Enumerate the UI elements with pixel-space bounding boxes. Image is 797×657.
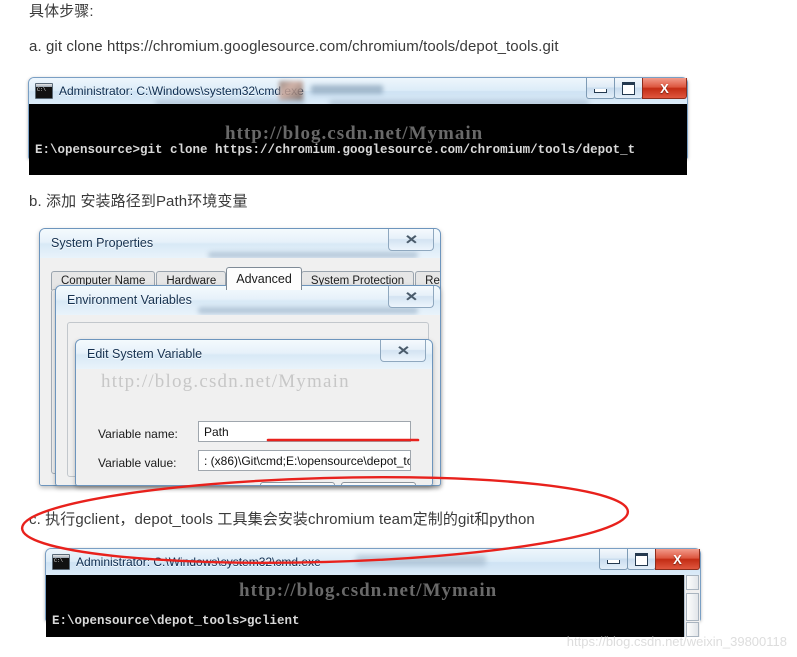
terminal-two-window-buttons[interactable]: X bbox=[599, 549, 700, 570]
edit-system-variable-dialog[interactable]: Edit System Variable ✕ http://blog.csdn.… bbox=[75, 339, 433, 486]
console-line: E:\opensource>git clone https://chromium… bbox=[35, 143, 636, 157]
environment-variables-close-button[interactable]: ✕ bbox=[388, 286, 434, 308]
close-button[interactable]: X bbox=[642, 78, 687, 99]
terminal-one-window-buttons[interactable]: X bbox=[586, 78, 687, 99]
blurred-avatar bbox=[279, 81, 303, 101]
terminal-two-watermark: http://blog.csdn.net/Mymain bbox=[239, 580, 498, 601]
edit-system-variable-titlebar[interactable]: Edit System Variable ✕ bbox=[76, 340, 432, 370]
scroll-up-arrow[interactable] bbox=[686, 575, 699, 590]
cmd-console-icon bbox=[52, 554, 70, 570]
minimize-button[interactable] bbox=[599, 549, 628, 570]
cmd-console-icon bbox=[35, 83, 53, 99]
close-button[interactable]: X bbox=[655, 549, 700, 570]
blurred-username bbox=[311, 85, 383, 94]
minimize-button[interactable] bbox=[586, 78, 615, 99]
environment-variables-title: Environment Variables bbox=[67, 293, 192, 307]
terminal-one-title: Administrator: C:\Windows\system32\cmd.e… bbox=[59, 84, 304, 98]
maximize-button[interactable] bbox=[614, 78, 643, 99]
close-icon: ✕ bbox=[404, 288, 418, 304]
step-b-text: b. 添加 安装路径到Path环境变量 bbox=[29, 193, 248, 210]
maximize-button[interactable] bbox=[627, 549, 656, 570]
system-properties-close-button[interactable]: ✕ bbox=[388, 229, 434, 251]
environment-variables-titlebar[interactable]: Environment Variables ✕ bbox=[56, 286, 440, 316]
system-properties-title: System Properties bbox=[51, 236, 154, 250]
variable-name-input[interactable]: Path bbox=[198, 421, 411, 442]
terminal-two-title: Administrator: C:\Windows\system32\cmd.e… bbox=[76, 555, 321, 569]
step-a-text: a. git clone https://chromium.googlesour… bbox=[29, 38, 559, 55]
terminal-one-output: E:\opensource>git clone https://chromium… bbox=[29, 104, 687, 175]
scrollbar-thumb[interactable] bbox=[686, 593, 699, 621]
terminal-window-two[interactable]: Administrator: C:\Windows\system32\cmd.e… bbox=[45, 548, 701, 637]
variable-name-label: Variable name: bbox=[98, 427, 178, 441]
terminal-two-output: E:\opensource\depot_tools>gclient http:/… bbox=[46, 575, 700, 637]
terminal-one-watermark: http://blog.csdn.net/Mymain bbox=[225, 123, 484, 144]
edit-system-variable-title: Edit System Variable bbox=[87, 347, 203, 361]
variable-value-label: Variable value: bbox=[98, 456, 177, 470]
console-line: E:\opensource\depot_tools>gclient bbox=[52, 614, 300, 628]
close-icon: ✕ bbox=[396, 342, 410, 358]
close-icon: ✕ bbox=[404, 231, 418, 247]
tab-advanced[interactable]: Advanced bbox=[226, 267, 302, 290]
ok-button[interactable]: OK bbox=[260, 482, 335, 485]
terminal-window-one[interactable]: Administrator: C:\Windows\system32\cmd.e… bbox=[28, 77, 688, 175]
system-properties-titlebar[interactable]: System Properties ✕ bbox=[40, 229, 440, 259]
page-watermark: https://blog.csdn.net/weixin_39800118 bbox=[566, 634, 787, 649]
edit-system-variable-client: http://blog.csdn.net/Mymain Variable nam… bbox=[76, 369, 432, 485]
page-heading: 具体步骤: bbox=[29, 3, 94, 20]
edit-system-variable-watermark: http://blog.csdn.net/Mymain bbox=[101, 371, 350, 392]
cancel-button[interactable]: Cancel bbox=[341, 482, 416, 485]
blurred-strip bbox=[198, 307, 418, 314]
blurred-strip bbox=[356, 555, 486, 566]
edit-system-variable-close-button[interactable]: ✕ bbox=[380, 340, 426, 362]
variable-value-input[interactable]: : (x86)\Git\cmd;E:\opensource\depot_tool… bbox=[198, 450, 411, 471]
step-c-text: c. 执行gclient，depot_tools 工具集会安装chromium … bbox=[29, 511, 535, 528]
terminal-one-titlebar[interactable]: Administrator: C:\Windows\system32\cmd.e… bbox=[29, 78, 687, 107]
terminal-scrollbar[interactable] bbox=[684, 575, 700, 637]
terminal-two-titlebar[interactable]: Administrator: C:\Windows\system32\cmd.e… bbox=[46, 549, 700, 575]
